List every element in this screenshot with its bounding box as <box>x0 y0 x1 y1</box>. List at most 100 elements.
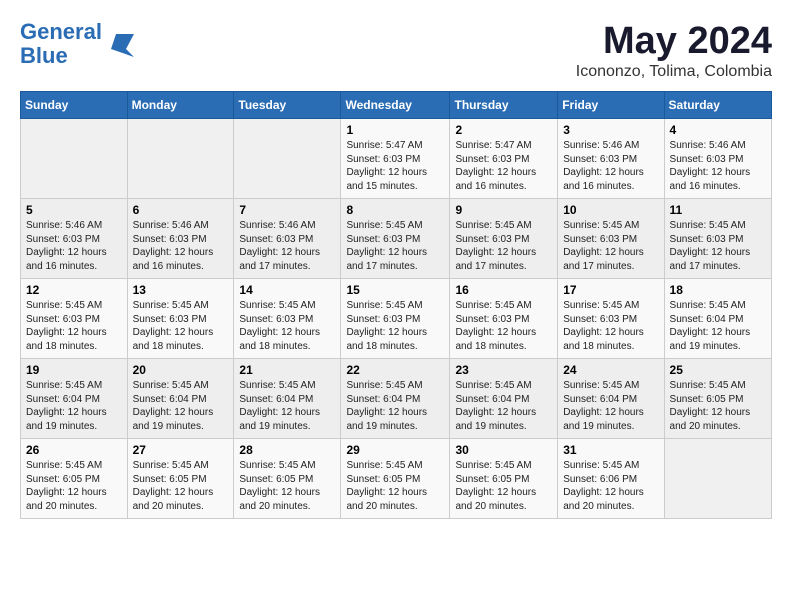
col-header-saturday: Saturday <box>664 92 771 119</box>
day-info: Sunrise: 5:45 AM Sunset: 6:03 PM Dayligh… <box>455 219 552 273</box>
calendar-cell: 3 Sunrise: 5:46 AM Sunset: 6:03 PM Daylig… <box>558 119 664 199</box>
calendar-cell: 29 Sunrise: 5:45 AM Sunset: 6:05 PM Dayli… <box>341 439 450 519</box>
calendar-cell: 13 Sunrise: 5:45 AM Sunset: 6:03 PM Dayli… <box>127 279 234 359</box>
day-info: Sunrise: 5:45 AM Sunset: 6:03 PM Dayligh… <box>455 299 552 353</box>
day-number: 10 <box>563 203 658 217</box>
day-info: Sunrise: 5:46 AM Sunset: 6:03 PM Dayligh… <box>133 219 229 273</box>
day-info: Sunrise: 5:45 AM Sunset: 6:03 PM Dayligh… <box>670 219 766 273</box>
day-info: Sunrise: 5:45 AM Sunset: 6:03 PM Dayligh… <box>133 299 229 353</box>
calendar-cell: 5 Sunrise: 5:46 AM Sunset: 6:03 PM Daylig… <box>21 199 128 279</box>
page-header: GeneralBlue May 2024 Icononzo, Tolima, C… <box>20 20 772 81</box>
day-info: Sunrise: 5:45 AM Sunset: 6:06 PM Dayligh… <box>563 459 658 513</box>
day-number: 25 <box>670 363 766 377</box>
calendar-cell: 16 Sunrise: 5:45 AM Sunset: 6:03 PM Dayli… <box>450 279 558 359</box>
day-info: Sunrise: 5:47 AM Sunset: 6:03 PM Dayligh… <box>346 139 444 193</box>
day-number: 21 <box>239 363 335 377</box>
col-header-thursday: Thursday <box>450 92 558 119</box>
calendar-cell: 17 Sunrise: 5:45 AM Sunset: 6:03 PM Dayli… <box>558 279 664 359</box>
calendar-cell <box>127 119 234 199</box>
calendar-cell: 8 Sunrise: 5:45 AM Sunset: 6:03 PM Daylig… <box>341 199 450 279</box>
calendar-cell: 19 Sunrise: 5:45 AM Sunset: 6:04 PM Dayli… <box>21 359 128 439</box>
day-number: 26 <box>26 443 122 457</box>
day-number: 6 <box>133 203 229 217</box>
day-info: Sunrise: 5:46 AM Sunset: 6:03 PM Dayligh… <box>26 219 122 273</box>
day-info: Sunrise: 5:45 AM Sunset: 6:03 PM Dayligh… <box>563 219 658 273</box>
calendar-cell: 18 Sunrise: 5:45 AM Sunset: 6:04 PM Dayli… <box>664 279 771 359</box>
day-number: 14 <box>239 283 335 297</box>
day-info: Sunrise: 5:45 AM Sunset: 6:05 PM Dayligh… <box>26 459 122 513</box>
day-number: 9 <box>455 203 552 217</box>
calendar-cell: 20 Sunrise: 5:45 AM Sunset: 6:04 PM Dayli… <box>127 359 234 439</box>
day-number: 18 <box>670 283 766 297</box>
day-number: 3 <box>563 123 658 137</box>
day-info: Sunrise: 5:45 AM Sunset: 6:05 PM Dayligh… <box>670 379 766 433</box>
logo: GeneralBlue <box>20 20 136 68</box>
calendar-cell: 12 Sunrise: 5:45 AM Sunset: 6:03 PM Dayli… <box>21 279 128 359</box>
calendar-cell: 10 Sunrise: 5:45 AM Sunset: 6:03 PM Dayli… <box>558 199 664 279</box>
day-info: Sunrise: 5:45 AM Sunset: 6:04 PM Dayligh… <box>670 299 766 353</box>
day-info: Sunrise: 5:45 AM Sunset: 6:04 PM Dayligh… <box>239 379 335 433</box>
day-number: 30 <box>455 443 552 457</box>
calendar-cell <box>234 119 341 199</box>
day-number: 19 <box>26 363 122 377</box>
calendar-table: SundayMondayTuesdayWednesdayThursdayFrid… <box>20 91 772 519</box>
logo-icon <box>106 29 136 59</box>
calendar-cell <box>21 119 128 199</box>
day-info: Sunrise: 5:45 AM Sunset: 6:04 PM Dayligh… <box>133 379 229 433</box>
day-info: Sunrise: 5:45 AM Sunset: 6:04 PM Dayligh… <box>455 379 552 433</box>
day-number: 4 <box>670 123 766 137</box>
calendar-cell: 27Sunrise: 5:45 AM Sunset: 6:05 PM Dayli… <box>127 439 234 519</box>
day-number: 29 <box>346 443 444 457</box>
title-area: May 2024 Icononzo, Tolima, Colombia <box>576 20 772 81</box>
day-info: Sunrise: 5:46 AM Sunset: 6:03 PM Dayligh… <box>670 139 766 193</box>
calendar-cell: 1 Sunrise: 5:47 AM Sunset: 6:03 PM Daylig… <box>341 119 450 199</box>
day-number: 7 <box>239 203 335 217</box>
calendar-cell: 25 Sunrise: 5:45 AM Sunset: 6:05 PM Dayli… <box>664 359 771 439</box>
month-title: May 2024 <box>576 20 772 63</box>
calendar-cell: 11 Sunrise: 5:45 AM Sunset: 6:03 PM Dayli… <box>664 199 771 279</box>
day-number: 13 <box>133 283 229 297</box>
col-header-tuesday: Tuesday <box>234 92 341 119</box>
day-info: Sunrise: 5:45 AM Sunset: 6:04 PM Dayligh… <box>563 379 658 433</box>
calendar-cell: 30Sunrise: 5:45 AM Sunset: 6:05 PM Dayli… <box>450 439 558 519</box>
col-header-wednesday: Wednesday <box>341 92 450 119</box>
calendar-cell: 21 Sunrise: 5:45 AM Sunset: 6:04 PM Dayli… <box>234 359 341 439</box>
day-number: 28 <box>239 443 335 457</box>
calendar-cell: 15Sunrise: 5:45 AM Sunset: 6:03 PM Dayli… <box>341 279 450 359</box>
col-header-friday: Friday <box>558 92 664 119</box>
day-info: Sunrise: 5:45 AM Sunset: 6:03 PM Dayligh… <box>26 299 122 353</box>
day-number: 12 <box>26 283 122 297</box>
day-info: Sunrise: 5:45 AM Sunset: 6:03 PM Dayligh… <box>239 299 335 353</box>
day-info: Sunrise: 5:46 AM Sunset: 6:03 PM Dayligh… <box>563 139 658 193</box>
calendar-cell: 14 Sunrise: 5:45 AM Sunset: 6:03 PM Dayli… <box>234 279 341 359</box>
location-title: Icononzo, Tolima, Colombia <box>576 63 772 81</box>
day-number: 23 <box>455 363 552 377</box>
day-number: 24 <box>563 363 658 377</box>
day-number: 11 <box>670 203 766 217</box>
day-number: 5 <box>26 203 122 217</box>
day-info: Sunrise: 5:45 AM Sunset: 6:05 PM Dayligh… <box>346 459 444 513</box>
day-info: Sunrise: 5:45 AM Sunset: 6:05 PM Dayligh… <box>133 459 229 513</box>
col-header-monday: Monday <box>127 92 234 119</box>
day-number: 1 <box>346 123 444 137</box>
day-number: 20 <box>133 363 229 377</box>
calendar-cell: 4 Sunrise: 5:46 AM Sunset: 6:03 PM Daylig… <box>664 119 771 199</box>
day-info: Sunrise: 5:45 AM Sunset: 6:03 PM Dayligh… <box>563 299 658 353</box>
day-info: Sunrise: 5:45 AM Sunset: 6:04 PM Dayligh… <box>346 379 444 433</box>
logo-text: GeneralBlue <box>20 20 102 68</box>
calendar-cell: 28Sunrise: 5:45 AM Sunset: 6:05 PM Dayli… <box>234 439 341 519</box>
day-info: Sunrise: 5:45 AM Sunset: 6:03 PM Dayligh… <box>346 219 444 273</box>
calendar-cell: 6 Sunrise: 5:46 AM Sunset: 6:03 PM Daylig… <box>127 199 234 279</box>
day-number: 8 <box>346 203 444 217</box>
calendar-cell: 2Sunrise: 5:47 AM Sunset: 6:03 PM Daylig… <box>450 119 558 199</box>
day-number: 15 <box>346 283 444 297</box>
calendar-cell: 23 Sunrise: 5:45 AM Sunset: 6:04 PM Dayli… <box>450 359 558 439</box>
calendar-cell: 22 Sunrise: 5:45 AM Sunset: 6:04 PM Dayli… <box>341 359 450 439</box>
day-number: 17 <box>563 283 658 297</box>
calendar-cell: 31Sunrise: 5:45 AM Sunset: 6:06 PM Dayli… <box>558 439 664 519</box>
day-number: 16 <box>455 283 552 297</box>
day-info: Sunrise: 5:46 AM Sunset: 6:03 PM Dayligh… <box>239 219 335 273</box>
day-number: 22 <box>346 363 444 377</box>
day-number: 2 <box>455 123 552 137</box>
day-info: Sunrise: 5:45 AM Sunset: 6:04 PM Dayligh… <box>26 379 122 433</box>
